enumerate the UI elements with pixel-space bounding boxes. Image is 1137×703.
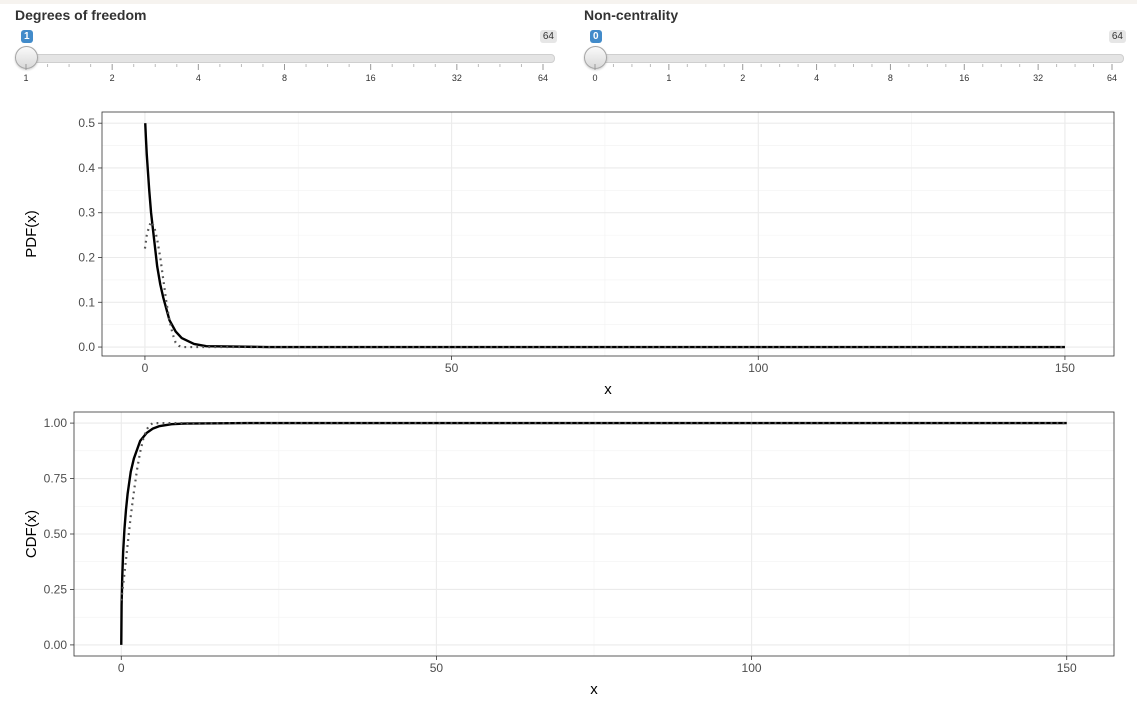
y-tick-label: 0.75 <box>44 472 68 486</box>
pdf-chart: 0 50 100 150 0.0 0.1 0.2 0.3 0.4 0.5 x PDF(x) <box>23 111 1115 398</box>
slider-tick-label: 1 <box>23 73 28 83</box>
slider-ticks: 0 1 2 4 8 16 32 64 <box>592 64 1117 83</box>
y-tick-label: 0.3 <box>78 206 95 220</box>
slider-track[interactable] <box>594 54 1124 63</box>
slider-label: Degrees of freedom <box>15 7 147 23</box>
slider-max-badge: 64 <box>1108 30 1126 43</box>
slider-tick-label: 2 <box>110 73 115 83</box>
x-tick-label: 50 <box>430 661 444 675</box>
y-axis-title: CDF(x) <box>23 510 40 558</box>
slider-track[interactable] <box>25 54 555 63</box>
slider-tick-label: 2 <box>740 73 745 83</box>
y-axis-title: PDF(x) <box>23 210 40 258</box>
y-tick-label: 0.0 <box>78 340 95 354</box>
x-tick-label: 150 <box>1057 661 1077 675</box>
x-tick-label: 0 <box>118 661 125 675</box>
y-tick-label: 0.1 <box>78 295 95 309</box>
slider-tick-label: 8 <box>282 73 287 83</box>
x-tick-label: 100 <box>748 361 768 375</box>
slider-tick-label: 64 <box>1107 73 1117 83</box>
slider-value-badge: 0 <box>590 30 602 43</box>
top-band <box>0 0 1137 4</box>
slider-tick-label: 4 <box>814 73 819 83</box>
y-tick-label: 0.2 <box>78 251 95 265</box>
slider-tick-label: 64 <box>538 73 548 83</box>
slider-tick-label: 4 <box>196 73 201 83</box>
y-tick-label: 0.4 <box>78 161 95 175</box>
slider-tick-label: 16 <box>959 73 969 83</box>
y-tick-label: 0.50 <box>44 527 68 541</box>
y-tick-label: 0.25 <box>44 582 68 596</box>
cdf-chart: 0 50 100 150 0.00 0.25 0.50 0.75 1.00 x CDF(x) <box>23 411 1115 698</box>
x-tick-label: 0 <box>142 361 149 375</box>
slider-value-badge: 1 <box>21 30 33 43</box>
slider-tick-label: 32 <box>452 73 462 83</box>
y-tick-label: 0.5 <box>78 116 95 130</box>
x-tick-label: 150 <box>1055 361 1075 375</box>
x-axis-title: x <box>590 681 598 698</box>
y-tick-label: 1.00 <box>44 416 68 430</box>
x-axis-title: x <box>604 381 612 398</box>
slider-tick-label: 1 <box>666 73 671 83</box>
slider-label: Non-centrality <box>584 7 679 23</box>
y-tick-label: 0.00 <box>44 638 68 652</box>
slider-tick-label: 16 <box>366 73 376 83</box>
slider-tick-label: 0 <box>592 73 597 83</box>
slider-tick-label: 8 <box>888 73 893 83</box>
slider-ticks: 1 2 4 8 16 32 64 <box>23 64 548 83</box>
x-tick-label: 100 <box>742 661 762 675</box>
non-centrality-slider[interactable]: Non-centrality 0 64 0 1 2 4 8 16 32 64 <box>584 7 1126 87</box>
x-tick-label: 50 <box>445 361 459 375</box>
degrees-of-freedom-slider[interactable]: Degrees of freedom 1 64 1 2 4 8 16 32 64 <box>15 7 557 87</box>
slider-max-badge: 64 <box>539 30 557 43</box>
plot-panel <box>102 112 1114 356</box>
slider-tick-label: 32 <box>1033 73 1043 83</box>
